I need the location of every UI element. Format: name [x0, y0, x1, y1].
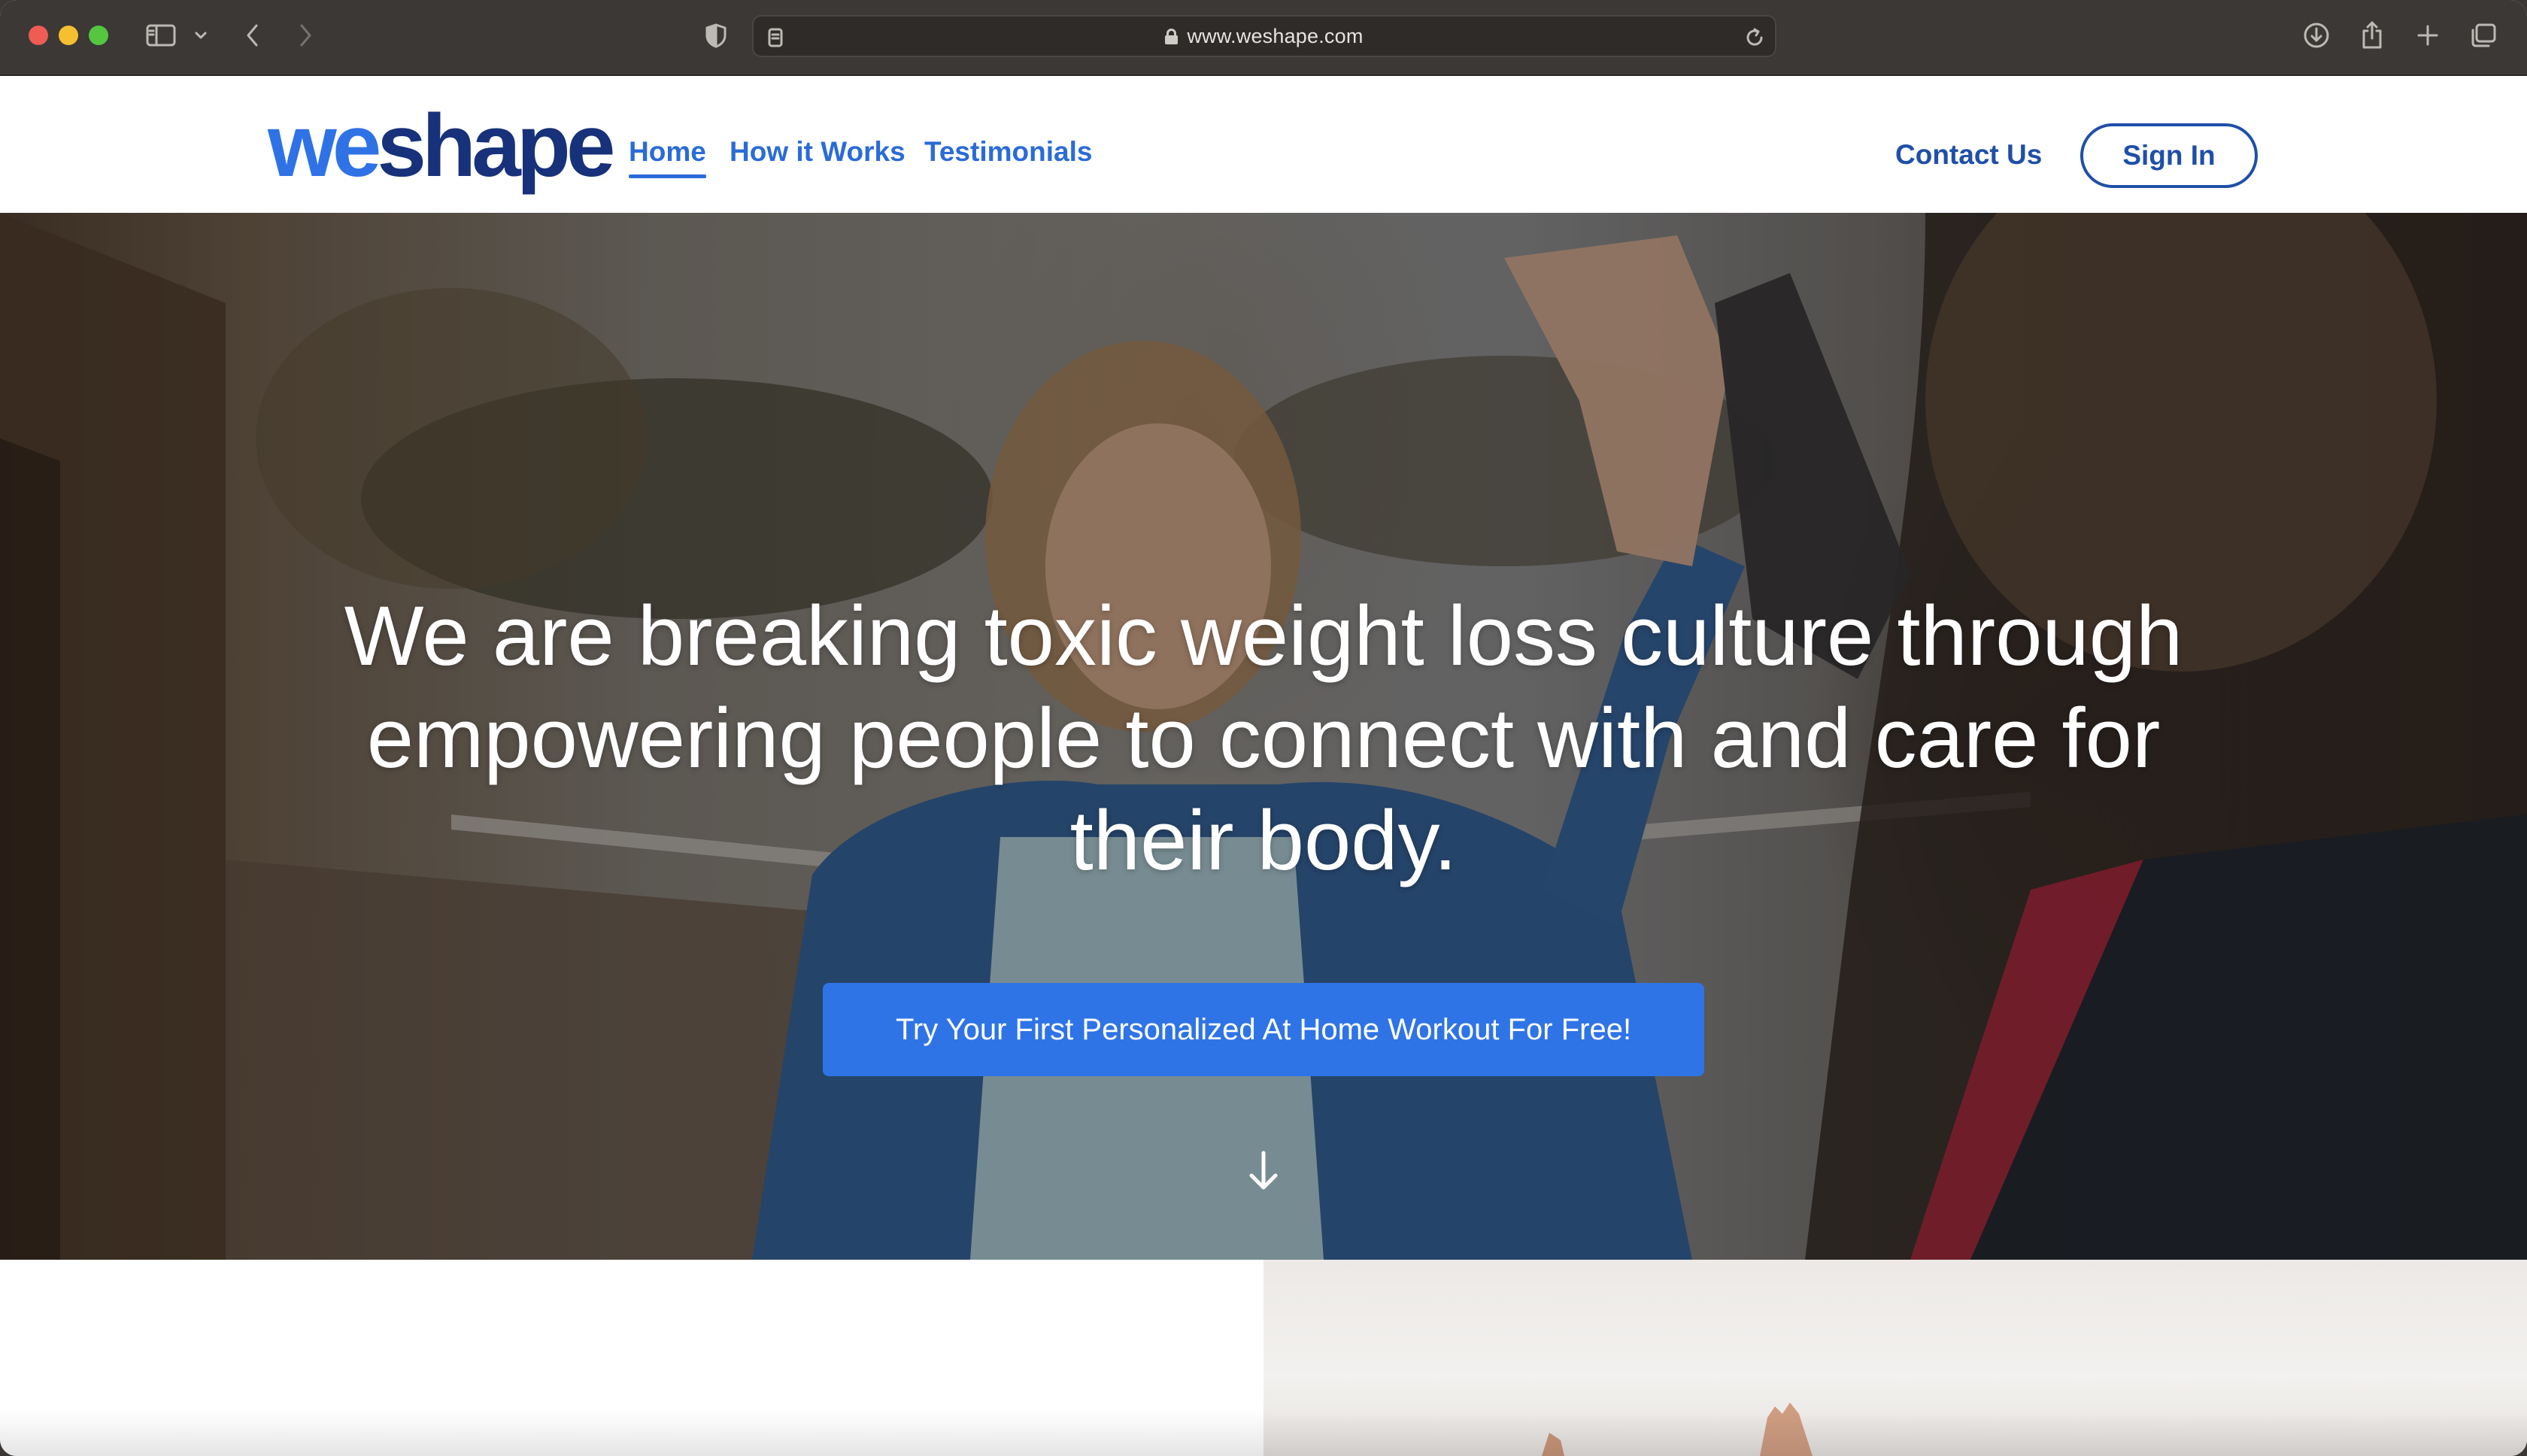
share-icon[interactable]	[2354, 18, 2390, 53]
plus-icon[interactable]	[2410, 18, 2446, 53]
download-icon[interactable]	[2298, 18, 2334, 53]
address-bar[interactable]: www.weshape.com	[752, 15, 1776, 57]
browser-window: www.weshape.com weshape Home How it Work…	[0, 0, 2527, 1456]
chevron-left-icon[interactable]	[238, 18, 268, 53]
reload-icon[interactable]	[1743, 20, 1766, 55]
hero-headline: We are breaking toxic weight loss cultur…	[344, 589, 2183, 887]
sidebar-icon[interactable]	[143, 18, 179, 53]
url-text: www.weshape.com	[1187, 24, 1364, 47]
browser-toolbar: www.weshape.com	[0, 0, 2527, 76]
lock-icon	[1165, 29, 1179, 44]
minimize-window-button[interactable]	[59, 26, 78, 45]
contact-us-link[interactable]: Contact Us	[1895, 139, 2042, 171]
logo-part-we: we	[268, 96, 381, 196]
bottom-fade	[0, 1410, 2527, 1456]
zoom-window-button[interactable]	[89, 26, 108, 45]
url-text-container: www.weshape.com	[754, 17, 1775, 56]
try-free-workout-button[interactable]: Try Your First Personalized At Home Work…	[823, 983, 1704, 1076]
close-window-button[interactable]	[29, 26, 48, 45]
hero-section: We are breaking toxic weight loss cultur…	[0, 213, 2527, 1260]
chevron-right-icon[interactable]	[290, 18, 320, 53]
shield-icon[interactable]	[702, 18, 730, 53]
tabs-overview-icon[interactable]	[2465, 18, 2501, 53]
chevron-down-icon[interactable]	[190, 18, 212, 53]
site-header: weshape Home How it Works Testimonials C…	[0, 76, 2527, 213]
nav-how-it-works[interactable]: How it Works	[730, 136, 906, 168]
weshape-logo[interactable]: weshape	[268, 102, 615, 199]
sign-in-button[interactable]: Sign In	[2080, 123, 2258, 188]
nav-home[interactable]: Home	[629, 136, 706, 178]
arrow-down-icon[interactable]	[1245, 1148, 1282, 1194]
nav-testimonials[interactable]: Testimonials	[924, 136, 1092, 168]
logo-part-shape: shape	[377, 96, 615, 196]
